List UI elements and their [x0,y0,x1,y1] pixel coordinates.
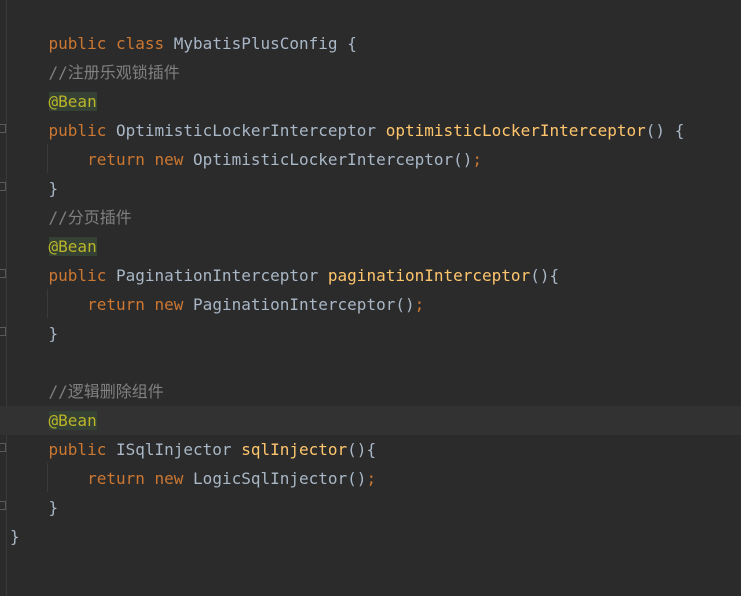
code-line[interactable]: //注册乐观锁插件 [10,58,180,87]
code-line[interactable]: //分页插件 [10,203,132,232]
fold-marker[interactable] [0,443,6,452]
code-editor[interactable]: public class MybatisPlusConfig { //注册乐观锁… [0,0,741,596]
punctuation: () { [645,121,685,140]
code-line[interactable]: return new OptimisticLockerInterceptor()… [10,145,482,174]
class-name: MybatisPlusConfig [173,34,338,53]
punctuation: (){ [347,440,377,459]
keyword: public [48,440,107,459]
code-line[interactable]: @Bean [10,87,97,116]
fold-marker[interactable] [0,501,6,510]
brace: } [48,324,59,343]
annotation: @Bean [48,411,97,430]
current-code-line[interactable]: @Bean [0,406,741,435]
constructor-name: OptimisticLockerInterceptor [193,150,454,169]
code-line[interactable]: public ISqlInjector sqlInjector(){ [10,435,377,464]
type-name: ISqlInjector [115,440,232,459]
code-line[interactable]: public PaginationInterceptor paginationI… [10,261,560,290]
keyword: new [154,150,184,169]
semicolon: ; [366,469,377,488]
comment: //注册乐观锁插件 [48,63,180,82]
brace: } [48,498,59,517]
brace: } [48,179,59,198]
method-name: optimisticLockerInterceptor [385,121,646,140]
code-line[interactable]: } [10,522,20,551]
keyword: return [87,295,145,314]
semicolon: ; [472,150,483,169]
keyword: new [154,295,184,314]
constructor-name: LogicSqlInjector [193,469,348,488]
keyword: public [48,266,107,285]
code-line[interactable]: } [10,319,59,348]
fold-marker[interactable] [0,327,6,336]
code-line[interactable]: public OptimisticLockerInterceptor optim… [10,116,685,145]
constructor-name: PaginationInterceptor [193,295,396,314]
fold-marker[interactable] [0,124,6,133]
brace: { [347,34,357,53]
type-name: PaginationInterceptor [115,266,319,285]
punctuation: () [347,469,367,488]
code-line[interactable]: return new LogicSqlInjector(); [10,464,376,493]
punctuation: () [395,295,415,314]
fold-marker[interactable] [0,182,6,191]
code-line[interactable]: return new PaginationInterceptor(); [10,290,424,319]
keyword: new [154,469,184,488]
type-name: OptimisticLockerInterceptor [115,121,377,140]
comment: //分页插件 [48,208,132,227]
keyword: return [87,150,145,169]
annotation: @Bean [48,237,97,256]
keyword: class [115,34,165,53]
code-line[interactable]: } [10,174,59,203]
punctuation: () [453,150,473,169]
brace: } [10,527,20,546]
code-line[interactable]: public class MybatisPlusConfig { [10,0,357,53]
keyword: public [48,34,107,53]
code-line[interactable]: } [10,493,59,522]
code-line[interactable]: //逻辑删除组件 [10,377,164,406]
method-name: paginationInterceptor [327,266,531,285]
comment: //逻辑删除组件 [48,382,164,401]
method-name: sqlInjector [241,440,348,459]
code-line[interactable]: @Bean [10,232,97,261]
keyword: return [87,469,145,488]
fold-marker[interactable] [0,269,6,278]
keyword: public [48,121,107,140]
punctuation: (){ [530,266,560,285]
annotation: @Bean [48,92,97,111]
semicolon: ; [414,295,425,314]
